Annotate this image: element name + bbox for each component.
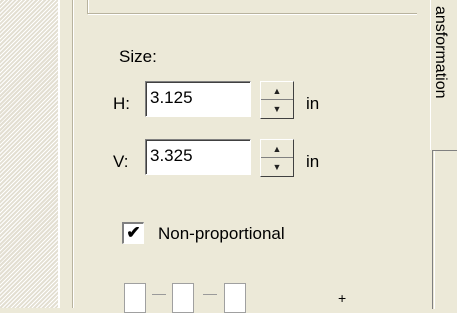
anchor-box-middle[interactable]	[172, 283, 194, 313]
anchor-box-left[interactable]	[124, 283, 146, 313]
groupbox-border-left-highlight	[88, 0, 89, 14]
side-panel-box	[432, 150, 457, 309]
spin-down-icon[interactable]: ▼	[261, 99, 293, 118]
v-value: 3.325	[150, 146, 193, 165]
side-tab-label: ansformation	[432, 6, 449, 99]
spin-up-icon[interactable]: ▲	[261, 82, 293, 100]
v-label: V:	[113, 152, 129, 171]
h-label: H:	[113, 94, 130, 113]
h-value-field[interactable]: 3.125	[145, 81, 251, 117]
v-unit-label: in	[306, 152, 320, 171]
h-spinner[interactable]: ▲ ▼	[260, 81, 294, 119]
left-hatched-margin	[0, 0, 58, 308]
left-margin-edge	[58, 0, 60, 308]
spin-up-icon[interactable]: ▲	[261, 140, 293, 158]
anchor-connector	[152, 294, 166, 295]
non-proportional-checkbox[interactable]: ✔	[122, 222, 144, 244]
spin-down-icon[interactable]: ▼	[261, 157, 293, 176]
plus-icon: +	[338, 290, 347, 306]
anchor-connector	[203, 294, 217, 295]
h-value: 3.125	[150, 88, 193, 107]
panel-border-highlight	[73, 0, 74, 308]
groupbox-border-top-highlight	[88, 14, 417, 15]
h-unit-label: in	[306, 94, 320, 113]
v-value-field[interactable]: 3.325	[145, 139, 251, 175]
anchor-box-right[interactable]	[224, 283, 246, 313]
non-proportional-label[interactable]: Non-proportional	[158, 224, 285, 244]
size-label: Size:	[119, 47, 157, 66]
v-spinner[interactable]: ▲ ▼	[260, 139, 294, 177]
